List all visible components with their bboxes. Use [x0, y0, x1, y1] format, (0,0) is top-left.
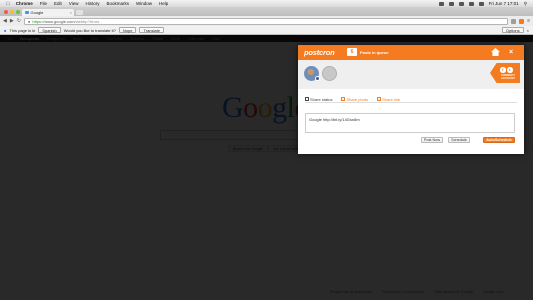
profile-selector: f t CONNECT ACCOUNT: [298, 60, 524, 89]
menu-app-name[interactable]: Chrome: [16, 1, 33, 6]
google-favicon-icon: [25, 10, 29, 14]
bluetooth-icon[interactable]: [448, 1, 454, 6]
language-select[interactable]: Spanish: [38, 27, 61, 33]
avatar-profile-2[interactable]: [322, 66, 337, 81]
translate-question: Would you like to translate it?: [63, 27, 116, 33]
back-icon[interactable]: ◀: [3, 18, 7, 24]
tab-share-link-label: Share link: [382, 96, 401, 102]
postcron-dialog: postcron 6 Posts in queue × f t CONNECT …: [298, 45, 524, 154]
autoschedule-button[interactable]: AutoSchedule: [483, 137, 515, 143]
wifi-icon[interactable]: [458, 1, 464, 6]
tab-share-photo-label: Share photo: [346, 96, 369, 102]
window-controls: [4, 9, 20, 14]
browser-toolbar: ◀ ▶ ↻ ● https:// www.google.com /webhp?h…: [0, 16, 533, 26]
close-icon[interactable]: ×: [509, 48, 513, 57]
url-scheme: https://: [32, 18, 45, 24]
lock-icon: ●: [27, 18, 31, 24]
zoom-window-icon[interactable]: [16, 9, 20, 14]
postcron-header: postcron 6 Posts in queue ×: [298, 45, 524, 60]
queue-indicator[interactable]: 6 Posts in queue: [347, 48, 388, 56]
postcron-logo: postcron: [304, 48, 335, 57]
close-infobar-icon[interactable]: ×: [527, 28, 529, 33]
options-button[interactable]: Options: [501, 27, 524, 33]
queue-count: 6: [347, 48, 357, 56]
post-textarea[interactable]: Google http://bit.ly/14Gsn8m: [305, 113, 515, 133]
system-menu-bar:  Chrome File Edit View History Bookmark…: [0, 0, 533, 7]
url-host: www.google.com: [44, 18, 75, 24]
close-tab-icon[interactable]: ×: [70, 10, 72, 15]
connect-label-2: ACCOUNT: [501, 76, 515, 81]
tab-share-status-label: Share status: [310, 96, 333, 102]
browser-tab-strip: Google ×: [0, 7, 533, 16]
browser-tab[interactable]: Google ×: [22, 8, 74, 16]
tab-title: Google: [30, 9, 44, 15]
tab-share-link[interactable]: Share link: [377, 96, 400, 102]
close-window-icon[interactable]: [4, 9, 8, 14]
menu-view[interactable]: View: [69, 1, 79, 6]
photo-icon: [341, 97, 345, 101]
spotlight-icon[interactable]: ⚲: [524, 1, 527, 7]
queue-label: Posts in queue: [360, 49, 389, 55]
reload-icon[interactable]: ↻: [17, 18, 21, 24]
battery-icon[interactable]: [478, 1, 484, 6]
forward-icon[interactable]: ▶: [10, 18, 14, 24]
link-icon: [377, 97, 381, 101]
twitter-icon: t: [507, 67, 513, 73]
facebook-icon: f: [500, 67, 506, 73]
volume-icon[interactable]: [468, 1, 474, 6]
apple-icon[interactable]: : [6, 1, 10, 7]
menu-history[interactable]: History: [85, 1, 99, 6]
address-bar[interactable]: ● https:// www.google.com /webhp?hl=es: [23, 17, 509, 25]
url-path: /webhp?hl=es: [74, 18, 100, 24]
share-type-tabs: Share status Share photo Share link: [305, 96, 517, 103]
nope-button[interactable]: Nope: [118, 27, 137, 33]
translate-prefix: This page is in: [9, 27, 36, 33]
home-icon[interactable]: [491, 48, 500, 56]
translate-icon: ■: [4, 27, 7, 33]
menu-help[interactable]: Help: [159, 1, 168, 6]
tab-share-photo[interactable]: Share photo: [341, 96, 368, 102]
translate-button[interactable]: Translate: [139, 27, 164, 33]
extension-icon[interactable]: [511, 18, 517, 24]
postcron-extension-icon[interactable]: [519, 18, 525, 24]
menu-edit[interactable]: Edit: [54, 1, 62, 6]
menu-window[interactable]: Window: [136, 1, 152, 6]
dropbox-icon[interactable]: [438, 1, 444, 6]
menu-file[interactable]: File: [40, 1, 47, 6]
translate-infobar: ■ This page is in Spanish Would you like…: [0, 26, 533, 35]
new-tab-button[interactable]: [76, 10, 83, 15]
connect-account-button[interactable]: f t CONNECT ACCOUNT: [490, 63, 520, 83]
minimize-window-icon[interactable]: [10, 9, 14, 14]
facebook-badge-icon: [315, 76, 320, 81]
status-icon: [305, 97, 309, 101]
menu-bookmarks[interactable]: Bookmarks: [107, 1, 130, 6]
schedule-button[interactable]: Schedule: [448, 137, 470, 143]
clock[interactable]: Fri Jun 7 17:01: [489, 1, 519, 6]
post-now-button[interactable]: Post Now: [421, 137, 443, 143]
tab-share-status[interactable]: Share status: [305, 96, 332, 102]
menu-icon[interactable]: ≡: [527, 18, 530, 24]
